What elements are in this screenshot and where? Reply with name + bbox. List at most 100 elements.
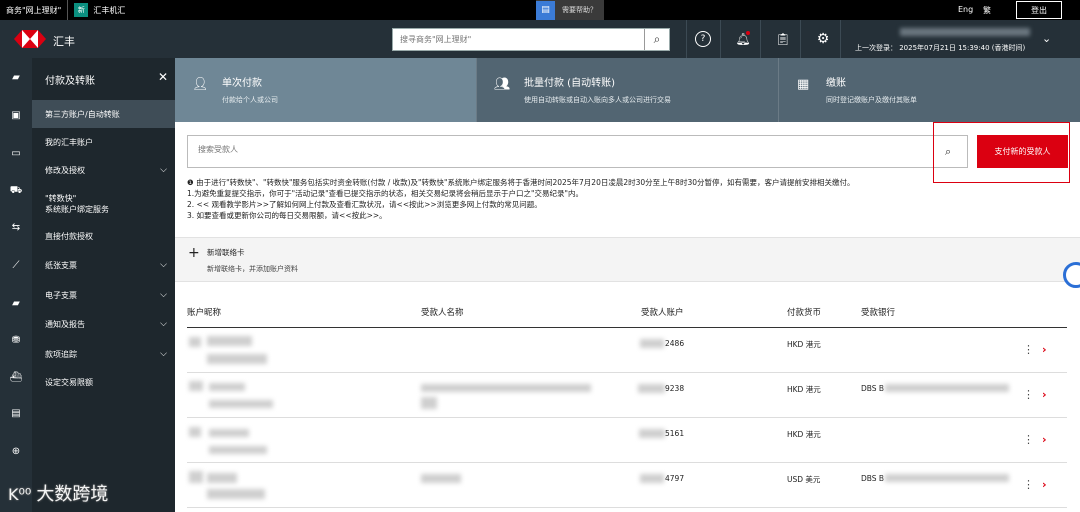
notice-line: 2. << 观看教学影片>>了解如何网上付款及查看汇款状况，请<<按此>>浏览更…: [187, 200, 542, 209]
payment-currency: HKD 港元: [787, 385, 821, 394]
sidebar-item-my-accounts[interactable]: 我的汇丰账户: [32, 130, 175, 154]
brand-name: 汇丰: [53, 35, 75, 48]
payee-account: 5161: [665, 429, 685, 438]
blurred-text: [207, 354, 267, 364]
grid-icon: ▦: [797, 77, 810, 92]
hsbc-logo-icon[interactable]: [14, 30, 46, 48]
help-circle-icon[interactable]: ?: [695, 31, 711, 47]
more-options-icon[interactable]: ⋮: [1023, 478, 1034, 491]
search-icon[interactable]: ⌕: [644, 29, 669, 50]
divider: [840, 20, 841, 58]
watermark: K⁰⁰ 大数跨境: [8, 484, 109, 505]
chevron-down-icon: ⌵: [160, 319, 167, 329]
payment-currency: HKD 港元: [787, 430, 821, 439]
more-options-icon[interactable]: ⋮: [1023, 343, 1034, 356]
icon-rail: ▰ ▣ ▭ ⛟ ⇆ ⟋ ▰ ⛃ ⛴ ▤ ⊕: [0, 58, 32, 512]
col-header-nickname[interactable]: 账户昵称: [187, 306, 221, 318]
payee-account: 2486: [665, 339, 685, 348]
hsbcnet-tab[interactable]: 新 汇丰机汇: [68, 0, 131, 20]
blurred-text: [885, 474, 1009, 482]
sidebar-item-direct-debit[interactable]: 直接付款授权: [32, 224, 175, 248]
cash-icon[interactable]: ⛃: [8, 333, 24, 347]
blurred-text: [640, 474, 664, 483]
sidebar-item-tracking[interactable]: 款项追踪 ⌵: [32, 342, 175, 366]
table-row[interactable]: 9238 HKD 港元 DBS B ⋮ ›: [187, 373, 1067, 418]
sidebar-item-notifications[interactable]: 通知及报告 ⌵: [32, 312, 175, 336]
blurred-text: [189, 337, 201, 347]
lang-chinese[interactable]: 繁: [983, 5, 991, 16]
watermark-logo-icon: K⁰⁰: [8, 485, 37, 504]
blurred-text: [207, 489, 265, 499]
payment-currency: HKD 港元: [787, 340, 821, 349]
globe-icon[interactable]: ⊕: [8, 444, 24, 458]
col-header-payee-name[interactable]: 受款人名称: [421, 306, 464, 318]
hsbcnet-logo-icon: 新: [74, 3, 89, 17]
sidebar-item-e-cheque[interactable]: 电子支票 ⌵: [32, 283, 175, 307]
tab-bill-payment[interactable]: ▦ 缴账 同时登记缴账户及缴付其账单: [779, 58, 1080, 122]
blurred-text: [209, 429, 249, 437]
close-icon[interactable]: ✕: [158, 70, 168, 84]
gear-icon[interactable]: ⚙: [815, 31, 831, 47]
sidebar-item-limits[interactable]: 设定交易限额: [32, 370, 175, 394]
tab-bulk-payment[interactable]: 👥︎ 批量付款 (自动转账) 使用自动转账或自动入账向多人或公司进行交易: [477, 58, 779, 122]
payment-currency: USD 美元: [787, 475, 821, 484]
sidebar-item-third-party[interactable]: 第三方账户/自动转账: [32, 100, 175, 128]
business-banking-tab[interactable]: 商务"网上理财": [0, 0, 69, 20]
sidebar-item-fps[interactable]: "转数快" 系统账户绑定服务: [32, 188, 175, 220]
clipboard-icon[interactable]: 📋︎: [775, 31, 791, 47]
sidebar-item-paper-cheque[interactable]: 纸张支票 ⌵: [32, 253, 175, 277]
table-row[interactable]: 4797 USD 美元 DBS B ⋮ ›: [187, 463, 1067, 508]
chevron-down-icon: ⌵: [160, 260, 167, 270]
more-options-icon[interactable]: ⋮: [1023, 388, 1034, 401]
sidebar-item-modify-authorize[interactable]: 修改及授权 ⌵: [32, 158, 175, 182]
card-icon[interactable]: ▭: [8, 146, 24, 160]
chevron-right-icon[interactable]: ›: [1042, 433, 1047, 446]
help-button[interactable]: ▤ 需要帮助？: [536, 0, 604, 20]
blurred-text: [189, 427, 201, 437]
chevron-down-icon: ⌵: [160, 290, 167, 300]
blurred-text: [638, 384, 665, 393]
chevron-right-icon[interactable]: ›: [1042, 343, 1047, 356]
tab-single-payment[interactable]: 👤︎ 单次付款 付款给个人或公司: [175, 58, 477, 122]
notice-line: ❶ 由于进行"转数快"、"转数快"服务包括实时资金转账(付款 / 收款)及"转数…: [187, 178, 855, 187]
top-bar: 商务"网上理财" 新 汇丰机汇 ▤ 需要帮助？ Eng 繁 登出: [0, 0, 1080, 20]
chevron-down-icon[interactable]: ⌄: [1042, 32, 1051, 45]
chevron-right-icon[interactable]: ›: [1042, 388, 1047, 401]
chevron-down-icon: ⌵: [160, 349, 167, 359]
blurred-text: [207, 336, 252, 346]
transfer-icon[interactable]: ⇆: [8, 220, 24, 234]
blurred-text: [209, 446, 267, 454]
folder-icon[interactable]: ▰: [8, 70, 24, 84]
chevron-right-icon[interactable]: ›: [1042, 478, 1047, 491]
main-header: 汇丰 ⌕ ? 🔔︎ 📋︎ ⚙ 上一次登录： 2025年07月21日 15:39:…: [0, 20, 1080, 58]
payment-type-tabs: 👤︎ 单次付款 付款给个人或公司 👥︎ 批量付款 (自动转账) 使用自动转账或自…: [175, 58, 1080, 122]
logout-button[interactable]: 登出: [1016, 1, 1062, 19]
payee-bank: DBS B: [861, 474, 885, 483]
chat-widget-icon[interactable]: [1063, 262, 1080, 288]
col-header-payee-account[interactable]: 受款人账户: [641, 306, 684, 318]
notice-block: ❶ 由于进行"转数快"、"转数快"服务包括实时资金转账(付款 / 收款)及"转数…: [187, 177, 1057, 221]
table-row[interactable]: 2486 HKD 港元 ⋮ ›: [187, 328, 1067, 373]
briefcase-icon[interactable]: ▰: [8, 296, 24, 310]
document-icon[interactable]: ▤: [8, 406, 24, 420]
col-header-currency[interactable]: 付款货币: [787, 306, 821, 318]
last-login-text: 上一次登录： 2025年07月21日 15:39:40 (香港时间): [855, 44, 1026, 52]
plus-icon: +: [188, 245, 200, 261]
payment-icon[interactable]: ⛟: [8, 184, 24, 198]
gift-icon[interactable]: ▣: [8, 108, 24, 122]
ship-icon[interactable]: ⛴: [8, 370, 24, 384]
blurred-text: [207, 473, 237, 483]
blurred-text: [189, 381, 203, 391]
chart-icon[interactable]: ⟋: [8, 258, 24, 272]
col-header-bank[interactable]: 受款银行: [861, 306, 895, 318]
divider: [800, 20, 801, 58]
lang-english[interactable]: Eng: [958, 5, 973, 14]
global-search-input[interactable]: [393, 29, 644, 50]
add-contact-card[interactable]: + 新增联络卡 新增联络卡，并添加账户资料: [175, 237, 1080, 282]
payee-search-input[interactable]: [198, 145, 898, 154]
chevron-down-icon: ⌵: [160, 165, 167, 175]
pay-new-payee-button[interactable]: 支付新的受款人: [977, 135, 1068, 168]
notice-line: 1.为避免重复提交指示，你可于"活动记录"查看已提交指示的状态，相关交易纪录将会…: [187, 189, 583, 198]
table-row[interactable]: 5161 HKD 港元 ⋮ ›: [187, 418, 1067, 463]
more-options-icon[interactable]: ⋮: [1023, 433, 1034, 446]
